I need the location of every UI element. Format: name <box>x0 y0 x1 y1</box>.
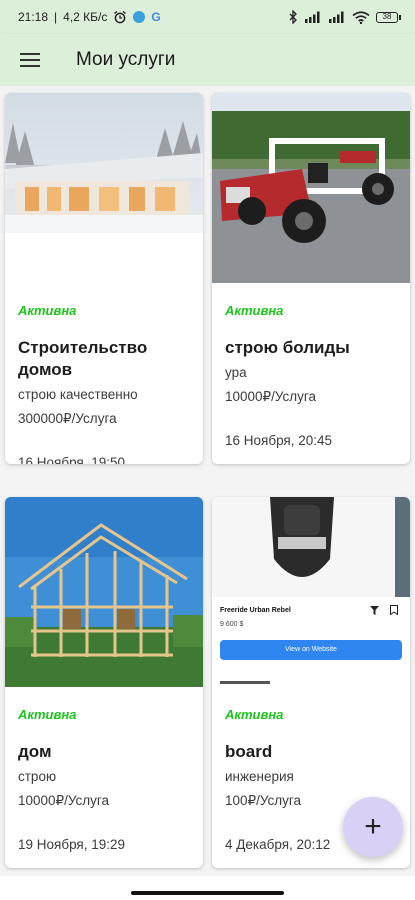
snowy-house-photo <box>5 93 203 283</box>
view-on-website-button: View on Website <box>220 640 402 660</box>
service-description: строю качественно <box>18 387 138 402</box>
plus-icon: + <box>364 810 382 843</box>
house-frame-construction-photo <box>5 497 203 687</box>
alarm-icon <box>114 10 127 24</box>
service-date: 16 Ноября, 20:45 <box>225 433 333 448</box>
battery-icon: 38 <box>376 11 401 23</box>
service-price: 10000₽/Услуга <box>18 793 110 808</box>
service-description: строю <box>18 769 57 784</box>
app-bar: Мои услуги <box>0 34 415 86</box>
service-date: 4 Декабря, 20:12 <box>225 837 331 852</box>
google-icon: G <box>151 10 161 24</box>
status-badge: Активна <box>225 707 284 722</box>
status-bar: 21:18 | 4,2 КБ/с G 38 <box>0 0 415 34</box>
service-card[interactable]: Активна дом строю 10000₽/Услуга 19 Ноябр… <box>5 497 203 868</box>
service-card[interactable]: Активна Строительство домов строю качест… <box>5 93 203 464</box>
signal-icon <box>329 11 344 23</box>
battery-level: 38 <box>376 11 398 23</box>
bookmark-icon <box>390 605 398 615</box>
board-product-price: 9 600 $ <box>220 621 244 628</box>
menu-button[interactable] <box>0 34 60 86</box>
service-price: 100₽/Услуга <box>225 793 302 808</box>
page-title: Мои услуги <box>76 49 176 70</box>
signal-icon <box>305 11 320 23</box>
status-time: 21:18 <box>18 10 49 24</box>
service-description: ура <box>225 365 247 380</box>
telegram-icon <box>133 11 146 23</box>
hamburger-menu-icon <box>20 53 40 67</box>
board-product-name: Freeride Urban Rebel <box>220 607 291 614</box>
view-on-website-label: View on Website <box>285 646 337 653</box>
services-grid: Активна Строительство домов строю качест… <box>0 86 415 876</box>
service-description: инженерия <box>225 769 294 784</box>
wifi-icon <box>352 10 370 24</box>
status-badge: Активна <box>225 303 284 318</box>
service-price: 300000₽/Услуга <box>18 411 117 426</box>
system-nav-bar <box>0 876 415 900</box>
network-speed: 4,2 КБ/с <box>63 10 108 24</box>
add-service-button[interactable]: + <box>343 797 403 857</box>
service-date: 16 Ноября, 19:50 <box>18 455 126 464</box>
status-badge: Активна <box>18 303 77 318</box>
home-gesture-handle[interactable] <box>131 891 284 895</box>
product-page-screenshot: Freeride Urban Rebel 9 600 $ View on Web… <box>212 497 410 687</box>
service-title: board <box>225 742 273 761</box>
service-price: 10000₽/Услуга <box>225 389 317 404</box>
service-date: 19 Ноября, 19:29 <box>18 837 126 852</box>
service-title: Строительство домов <box>18 338 148 379</box>
status-badge: Активна <box>18 707 77 722</box>
bluetooth-icon <box>289 10 297 24</box>
service-title: дом <box>18 742 52 761</box>
service-title: строю болиды <box>225 338 350 357</box>
red-buggy-car-photo <box>212 93 410 283</box>
service-card[interactable]: Активна строю болиды ура 10000₽/Услуга 1… <box>212 93 410 464</box>
filter-icon <box>370 606 379 615</box>
